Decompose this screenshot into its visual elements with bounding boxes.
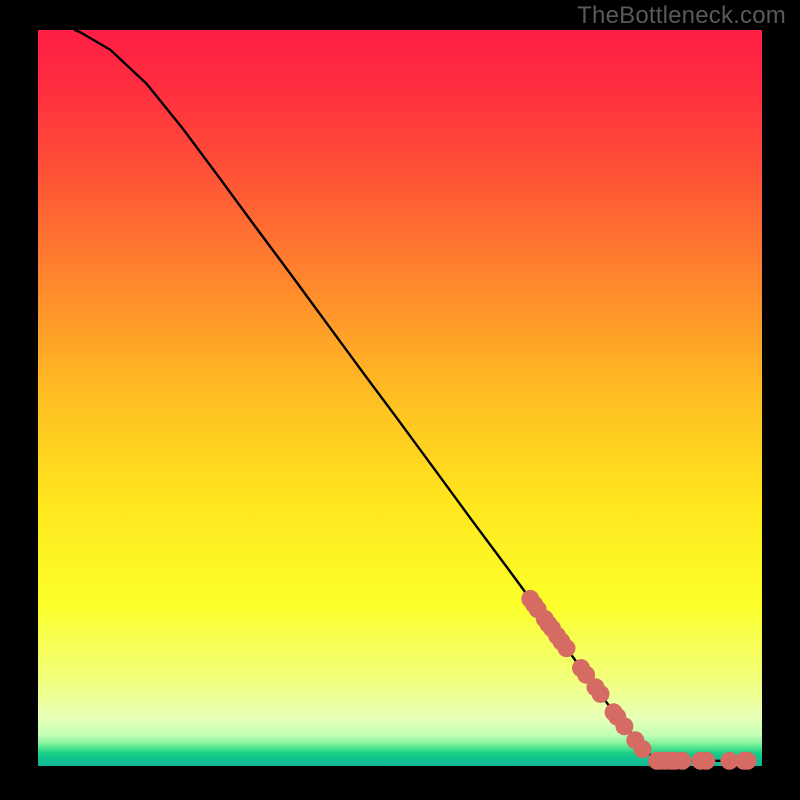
plot-background [38, 30, 762, 766]
highlight-dot [558, 639, 576, 657]
watermark-label: TheBottleneck.com [577, 2, 786, 30]
highlight-dot [673, 752, 691, 770]
chart-canvas [0, 0, 800, 800]
highlight-dot [697, 752, 715, 770]
highlight-dot [634, 740, 652, 758]
chart-frame: TheBottleneck.com [0, 0, 800, 800]
highlight-dot [739, 752, 757, 770]
highlight-dot [592, 685, 610, 703]
